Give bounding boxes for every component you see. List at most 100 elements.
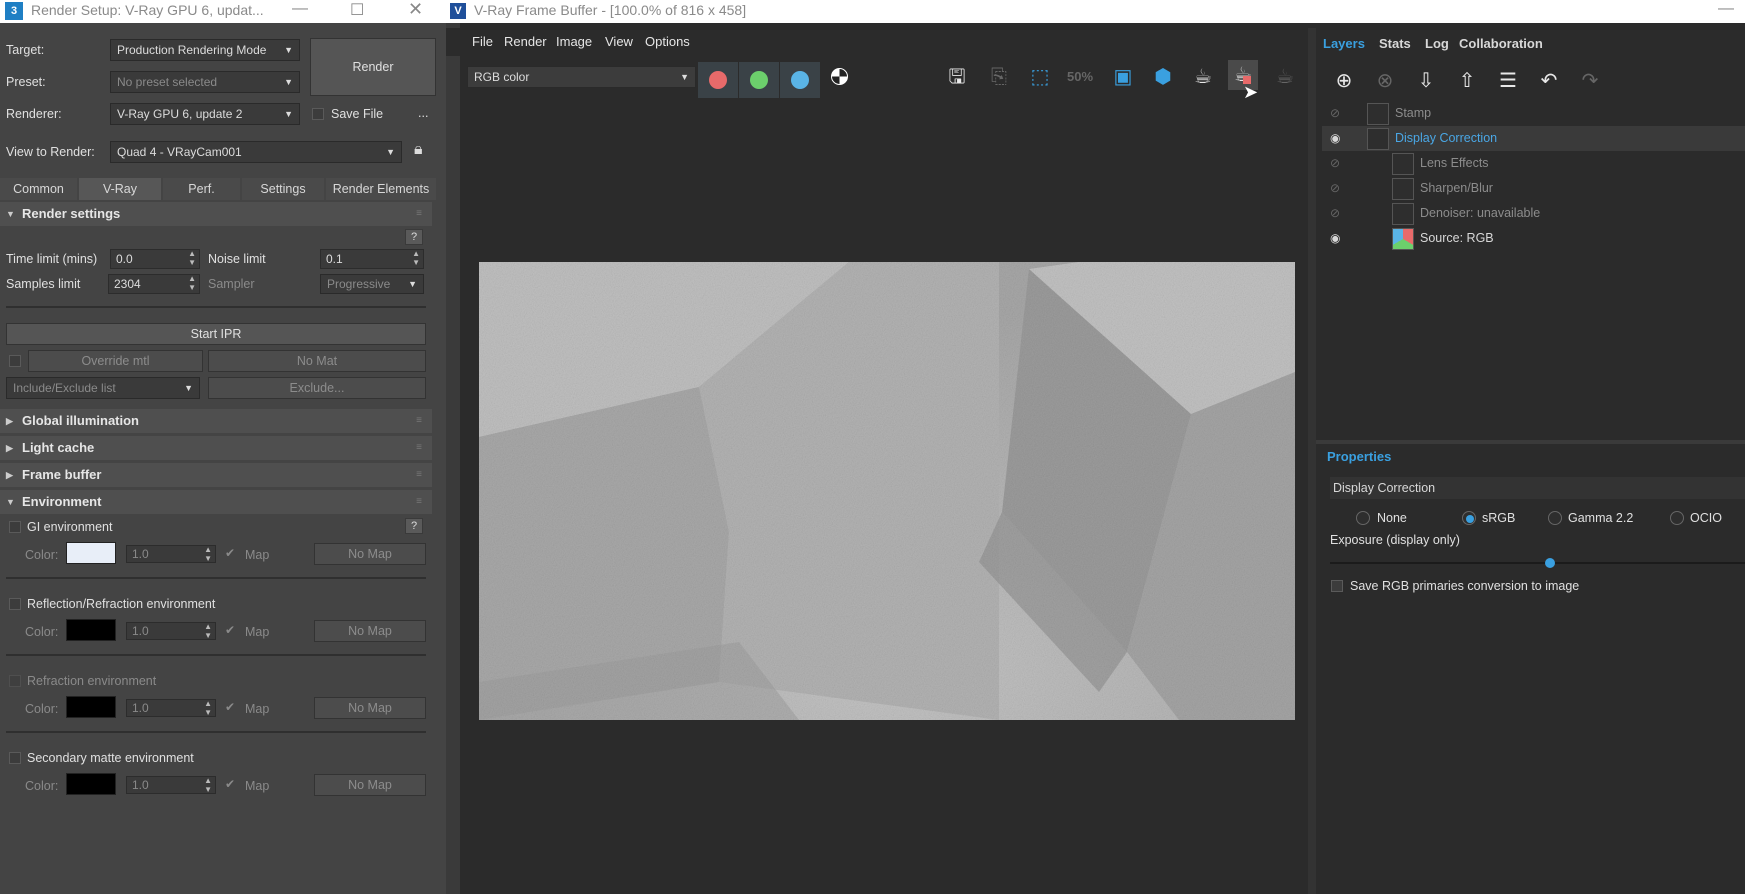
tab-layers[interactable]: Layers bbox=[1323, 36, 1365, 51]
exclude-button[interactable]: Exclude... bbox=[208, 377, 426, 399]
tab-vray[interactable]: V-Ray bbox=[79, 178, 161, 200]
eye-hidden-icon[interactable]: ⊘ bbox=[1330, 201, 1344, 226]
override-mtl-checkbox[interactable] bbox=[9, 355, 21, 367]
properties-splitter[interactable] bbox=[1316, 440, 1745, 444]
secondary-matte-color-swatch[interactable] bbox=[66, 773, 116, 795]
radio-none[interactable] bbox=[1356, 511, 1370, 525]
checkmark-icon[interactable]: ✔ bbox=[225, 546, 235, 560]
menu-image[interactable]: Image bbox=[556, 34, 592, 49]
tab-common[interactable]: Common bbox=[0, 178, 77, 200]
samples-limit-spinner[interactable]: 2304 ▲ ▼ bbox=[108, 274, 200, 294]
checkmark-icon[interactable]: ✔ bbox=[225, 777, 235, 791]
tab-log[interactable]: Log bbox=[1425, 36, 1449, 51]
view-to-render-dropdown[interactable]: Quad 4 - VRayCam001 ▼ bbox=[110, 141, 402, 163]
refraction-multiplier-spinner[interactable]: 1.0 ▲ ▼ bbox=[126, 699, 216, 717]
time-limit-spinner[interactable]: 0.0 ▲ ▼ bbox=[110, 249, 200, 269]
region-render-icon[interactable]: ▣ bbox=[1108, 62, 1138, 92]
no-map-button[interactable]: No Map bbox=[314, 620, 426, 642]
eye-icon[interactable]: ◉ bbox=[1330, 126, 1344, 151]
reflection-color-swatch[interactable] bbox=[66, 619, 116, 641]
render-button[interactable]: Render bbox=[310, 38, 436, 96]
maximize-icon[interactable]: ☐ bbox=[350, 0, 364, 20]
rollout-light-cache[interactable]: ▶ Light cache ≡ bbox=[0, 436, 432, 460]
gi-color-swatch[interactable] bbox=[66, 542, 116, 564]
menu-file[interactable]: File bbox=[472, 34, 493, 49]
target-dropdown[interactable]: Production Rendering Mode ▼ bbox=[110, 39, 300, 61]
override-mtl-button[interactable]: Override mtl bbox=[28, 350, 203, 372]
layer-list-icon[interactable]: ☰ bbox=[1492, 66, 1524, 96]
gi-environment-checkbox[interactable] bbox=[9, 521, 21, 533]
render-setup-titlebar[interactable]: 3 Render Setup: V-Ray GPU 6, updat... — … bbox=[0, 0, 446, 23]
50-percent-icon[interactable]: 50% bbox=[1067, 69, 1093, 84]
clear-icon[interactable]: ⎘ bbox=[984, 62, 1014, 92]
refraction-environment-checkbox[interactable] bbox=[9, 675, 21, 687]
reflection-multiplier-spinner[interactable]: 1.0 ▲ ▼ bbox=[126, 622, 216, 640]
layer-display-correction[interactable]: ◉ Display Correction bbox=[1322, 126, 1745, 151]
delete-layer-icon[interactable]: ⊗ bbox=[1369, 66, 1401, 96]
save-primaries-checkbox[interactable] bbox=[1331, 580, 1343, 592]
save-layers-icon[interactable]: ⇩ bbox=[1410, 66, 1442, 96]
no-mat-button[interactable]: No Mat bbox=[208, 350, 426, 372]
eye-hidden-icon[interactable]: ⊘ bbox=[1330, 151, 1344, 176]
save-file-checkbox[interactable] bbox=[312, 108, 324, 120]
layer-sharpen-blur[interactable]: ⊘ Sharpen/Blur bbox=[1322, 176, 1745, 201]
undo-icon[interactable]: ↶ bbox=[1533, 66, 1565, 96]
render-teapot-icon[interactable]: ☕︎ bbox=[1188, 62, 1218, 92]
preset-dropdown[interactable]: No preset selected ▼ bbox=[110, 71, 300, 93]
radio-gamma[interactable] bbox=[1548, 511, 1562, 525]
checkmark-icon[interactable]: ✔ bbox=[225, 700, 235, 714]
radio-srgb[interactable] bbox=[1462, 511, 1476, 525]
load-layers-icon[interactable]: ⇧ bbox=[1451, 66, 1483, 96]
redo-icon[interactable]: ↷ bbox=[1574, 66, 1606, 96]
start-ipr-button[interactable]: Start IPR bbox=[6, 323, 426, 345]
tab-perf[interactable]: Perf. bbox=[163, 178, 240, 200]
interactive-teapot-icon[interactable]: ☕︎ bbox=[1270, 62, 1300, 92]
checkmark-icon[interactable]: ✔ bbox=[225, 623, 235, 637]
no-map-button[interactable]: No Map bbox=[314, 543, 426, 565]
green-channel-button[interactable] bbox=[739, 62, 779, 98]
menu-view[interactable]: View bbox=[605, 34, 633, 49]
tab-collaboration[interactable]: Collaboration bbox=[1459, 36, 1543, 51]
tab-stats[interactable]: Stats bbox=[1379, 36, 1411, 51]
layer-lens-effects[interactable]: ⊘ Lens Effects bbox=[1322, 151, 1745, 176]
refraction-color-swatch[interactable] bbox=[66, 696, 116, 718]
vfb-titlebar[interactable]: V V-Ray Frame Buffer - [100.0% of 816 x … bbox=[446, 0, 1745, 23]
lock-icon[interactable]: 🔒︎ bbox=[414, 141, 423, 159]
reflection-environment-checkbox[interactable] bbox=[9, 598, 21, 610]
menu-options[interactable]: Options bbox=[645, 34, 690, 49]
minimize-icon[interactable]: — bbox=[292, 0, 308, 18]
tab-settings[interactable]: Settings bbox=[242, 178, 324, 200]
renderer-dropdown[interactable]: V-Ray GPU 6, update 2 ▼ bbox=[110, 103, 300, 125]
close-icon[interactable]: ✕ bbox=[408, 0, 423, 20]
sampler-dropdown[interactable]: Progressive ▼ bbox=[320, 274, 424, 294]
rollout-environment[interactable]: ▼ Environment ≡ bbox=[0, 490, 432, 514]
tab-render-elements[interactable]: Render Elements bbox=[326, 178, 436, 200]
help-button[interactable]: ? bbox=[405, 518, 423, 534]
help-button[interactable]: ? bbox=[405, 229, 423, 245]
exposure-slider-handle[interactable] bbox=[1545, 558, 1555, 568]
eye-icon[interactable]: ◉ bbox=[1330, 226, 1344, 251]
gi-multiplier-spinner[interactable]: 1.0 ▲ ▼ bbox=[126, 545, 216, 563]
red-channel-button[interactable] bbox=[698, 62, 738, 98]
rollout-render-settings[interactable]: ▼ Render settings ≡ bbox=[0, 202, 432, 226]
add-layer-icon[interactable]: ⊕ bbox=[1328, 66, 1360, 96]
secondary-matte-multiplier-spinner[interactable]: 1.0 ▲ ▼ bbox=[126, 776, 216, 794]
include-exclude-dropdown[interactable]: Include/Exclude list ▼ bbox=[6, 377, 200, 399]
rollout-global-illumination[interactable]: ▶ Global illumination ≡ bbox=[0, 409, 432, 433]
region-select-icon[interactable]: ⬚ bbox=[1025, 62, 1055, 92]
eye-hidden-icon[interactable]: ⊘ bbox=[1330, 176, 1344, 201]
secondary-matte-checkbox[interactable] bbox=[9, 752, 21, 764]
layer-stamp[interactable]: ⊘ Stamp bbox=[1322, 101, 1745, 126]
more-button[interactable]: ... bbox=[418, 106, 428, 120]
layer-denoiser[interactable]: ⊘ Denoiser: unavailable bbox=[1322, 201, 1745, 226]
channel-dropdown[interactable]: RGB color ▼ bbox=[467, 66, 696, 88]
minimize-icon[interactable]: — bbox=[1718, 0, 1734, 18]
eye-hidden-icon[interactable]: ⊘ bbox=[1330, 101, 1344, 126]
noise-limit-spinner[interactable]: 0.1 ▲ ▼ bbox=[320, 249, 424, 269]
rollout-frame-buffer[interactable]: ▶ Frame buffer ≡ bbox=[0, 463, 432, 487]
blue-channel-button[interactable] bbox=[780, 62, 820, 98]
radio-ocio[interactable] bbox=[1670, 511, 1684, 525]
save-icon[interactable]: 🖫 bbox=[942, 62, 972, 92]
menu-render[interactable]: Render bbox=[504, 34, 547, 49]
no-map-button[interactable]: No Map bbox=[314, 774, 426, 796]
